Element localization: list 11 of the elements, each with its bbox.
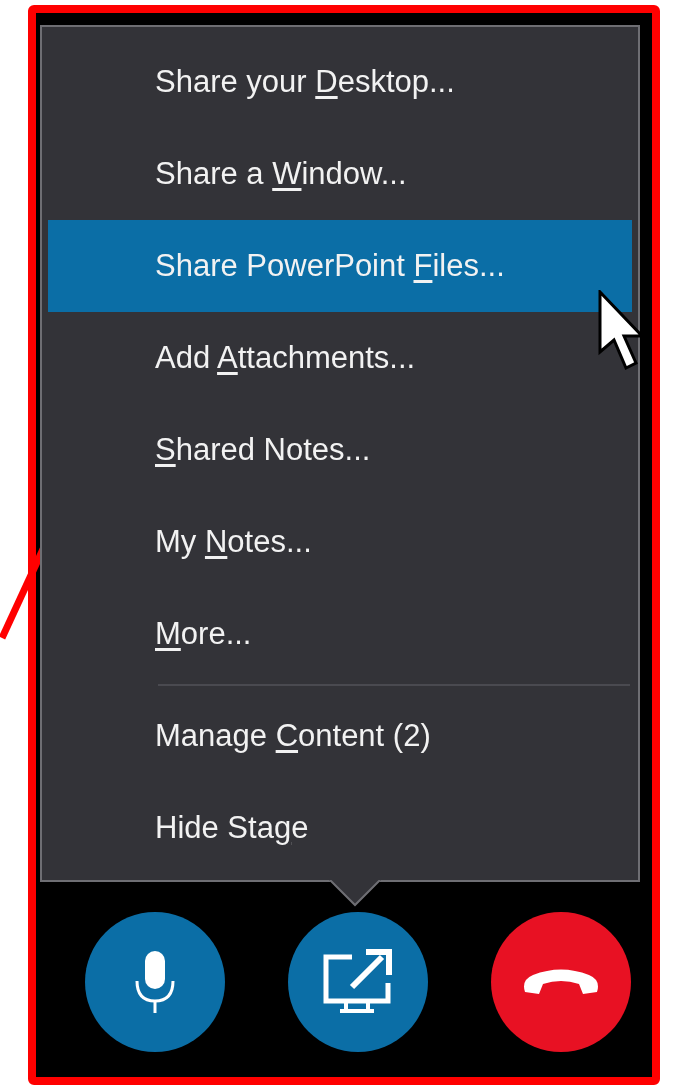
menu-item[interactable]: More... — [48, 588, 632, 680]
microphone-icon — [133, 949, 177, 1015]
menu-item[interactable]: Add Attachments... — [48, 312, 632, 404]
menu-item[interactable]: Manage Content (2) — [48, 690, 632, 782]
monitor-arrow-icon — [322, 949, 394, 1015]
menu-item[interactable]: Share a Window... — [48, 128, 632, 220]
menu-item[interactable]: My Notes... — [48, 496, 632, 588]
menu-item[interactable]: Share your Desktop... — [48, 36, 632, 128]
menu-item[interactable]: Share PowerPoint Files... — [48, 220, 632, 312]
menu-item[interactable]: Hide Stage — [48, 782, 632, 874]
menu-item[interactable]: Shared Notes... — [48, 404, 632, 496]
